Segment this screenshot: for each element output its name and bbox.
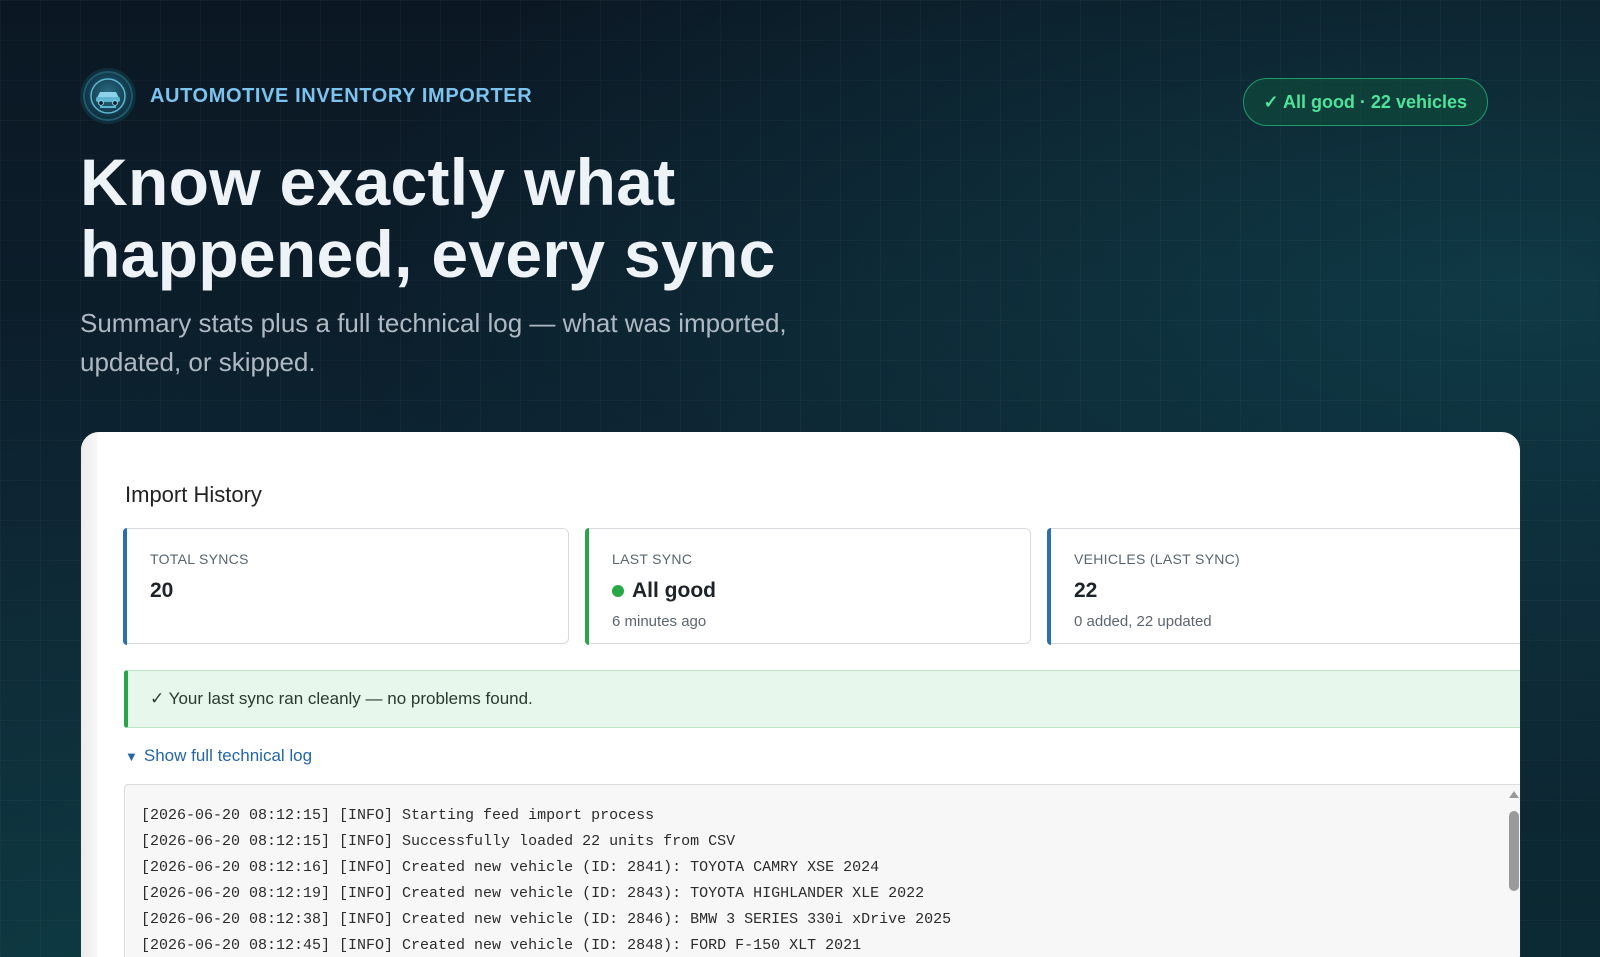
stat-label: TOTAL SYNCS <box>150 551 249 567</box>
stat-value: All good <box>612 579 716 603</box>
log-scrollbar[interactable] <box>1507 791 1520 957</box>
show-log-toggle[interactable]: ▼ Show full technical log <box>125 746 312 766</box>
stat-value: 20 <box>150 579 173 603</box>
stat-value-text: All good <box>632 579 716 602</box>
page-subtitle: Summary stats plus a full technical log … <box>80 308 787 377</box>
stat-total-syncs: TOTAL SYNCS 20 <box>122 527 569 645</box>
log-line: [2026-06-20 08:12:15] [INFO] Successfull… <box>141 833 736 850</box>
page-title: Know exactly what happened, every sync <box>80 145 776 291</box>
stat-label: LAST SYNC <box>612 551 693 567</box>
brand: AUTOMOTIVE INVENTORY IMPORTER <box>80 68 532 124</box>
toggle-label: Show full technical log <box>143 746 313 765</box>
stat-value-text: 20 <box>150 579 174 602</box>
log-line: [2026-06-20 08:12:38] [INFO] Created new… <box>141 911 952 928</box>
log-line: [2026-06-20 08:12:45] [INFO] Created new… <box>141 937 862 954</box>
stat-subtext: 0 added, 22 updated <box>1074 613 1212 630</box>
section-title: Import History <box>125 482 262 507</box>
app-title: AUTOMOTIVE INVENTORY IMPORTER <box>150 84 533 107</box>
status-dot-icon <box>612 585 624 597</box>
scroll-up-arrow-icon[interactable] <box>1509 791 1519 798</box>
triangle-down-icon: ▼ <box>125 748 138 764</box>
success-banner: ✓ Your last sync ran cleanly — no proble… <box>124 670 1520 728</box>
technical-log[interactable]: [2026-06-20 08:12:15] [INFO] Starting fe… <box>124 784 1520 957</box>
stat-vehicles: VEHICLES (LAST SYNC) 22 0 added, 22 upda… <box>1046 527 1520 645</box>
log-line: [2026-06-20 08:12:16] [INFO] Created new… <box>141 859 880 876</box>
stat-subtext: 6 minutes ago <box>612 613 707 630</box>
log-line: [2026-06-20 08:12:19] [INFO] Created new… <box>141 885 925 902</box>
log-line: [2026-06-20 08:12:15] [INFO] Starting fe… <box>141 807 655 824</box>
import-history-card: Import History TOTAL SYNCS 20 LAST SYNC … <box>81 432 1520 957</box>
stat-last-sync: LAST SYNC All good 6 minutes ago <box>584 527 1031 645</box>
stat-value-text: 22 <box>1074 579 1098 602</box>
stat-value: 22 <box>1074 579 1097 603</box>
card-edge <box>81 432 97 957</box>
status-badge: ✓ All good · 22 vehicles <box>1242 78 1488 126</box>
scroll-thumb[interactable] <box>1509 811 1519 891</box>
stat-label: VEHICLES (LAST SYNC) <box>1074 551 1241 567</box>
car-badge-logo-icon <box>80 68 136 124</box>
